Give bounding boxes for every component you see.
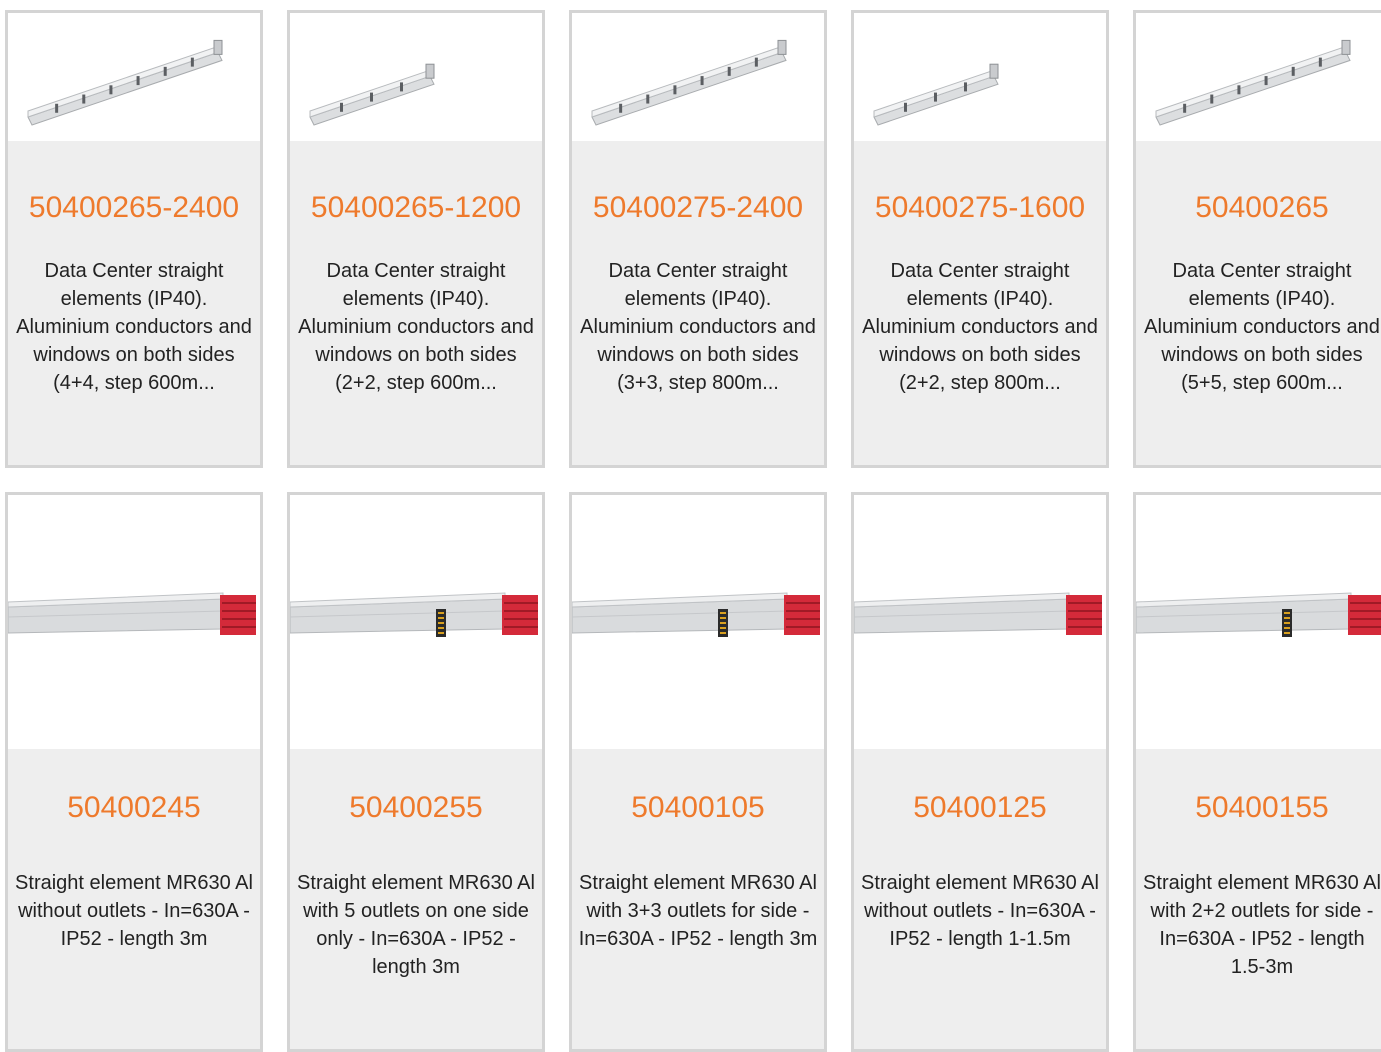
product-description: Data Center straight elements (IP40). Al… bbox=[580, 260, 816, 394]
product-card[interactable]: 50400265 Data Center straight elements (I… bbox=[1133, 10, 1381, 468]
product-image[interactable] bbox=[1136, 495, 1381, 749]
busbar-long-icon bbox=[591, 39, 787, 126]
product-code-link[interactable]: 50400125 bbox=[854, 791, 1106, 825]
product-card[interactable]: 50400265-1200 Data Center straight elemen… bbox=[287, 10, 545, 468]
trunking-outlet-icon bbox=[572, 592, 820, 637]
product-card[interactable]: 50400105 Straight element MR630 Al with 3… bbox=[569, 492, 827, 1052]
trunking-outlet-icon bbox=[1136, 592, 1381, 637]
product-image[interactable] bbox=[290, 13, 542, 141]
product-description: Straight element MR630 Al without outlet… bbox=[861, 872, 1099, 950]
product-card[interactable]: 50400245 Straight element MR630 Al withou… bbox=[5, 492, 263, 1052]
product-grid: 50400265-2400 Data Center straight elemen… bbox=[0, 0, 1381, 1052]
product-description: Data Center straight elements (IP40). Al… bbox=[862, 260, 1098, 394]
busbar-short-icon bbox=[309, 63, 435, 126]
product-code-link[interactable]: 50400155 bbox=[1136, 791, 1381, 825]
trunking-no-outlet-icon bbox=[8, 592, 256, 635]
busbar-long-icon bbox=[27, 39, 223, 126]
product-description: Data Center straight elements (IP40). Al… bbox=[1144, 260, 1380, 394]
product-code-link[interactable]: 50400245 bbox=[8, 791, 260, 825]
product-code-link[interactable]: 50400275-1600 bbox=[854, 191, 1106, 225]
product-image[interactable] bbox=[8, 13, 260, 141]
product-image[interactable] bbox=[8, 495, 260, 749]
product-card[interactable]: 50400255 Straight element MR630 Al with 5… bbox=[287, 492, 545, 1052]
product-code-link[interactable]: 50400105 bbox=[572, 791, 824, 825]
product-description: Straight element MR630 Al with 2+2 outle… bbox=[1143, 872, 1381, 978]
product-card[interactable]: 50400275-2400 Data Center straight elemen… bbox=[569, 10, 827, 468]
product-description: Straight element MR630 Al without outlet… bbox=[15, 872, 253, 950]
product-description: Data Center straight elements (IP40). Al… bbox=[16, 260, 252, 394]
product-code-link[interactable]: 50400275-2400 bbox=[572, 191, 824, 225]
product-image[interactable] bbox=[572, 13, 824, 141]
busbar-short-icon bbox=[873, 63, 999, 126]
product-card[interactable]: 50400265-2400 Data Center straight elemen… bbox=[5, 10, 263, 468]
trunking-outlet-icon bbox=[290, 592, 538, 637]
product-image[interactable] bbox=[290, 495, 542, 749]
product-card[interactable]: 50400125 Straight element MR630 Al withou… bbox=[851, 492, 1109, 1052]
busbar-long-icon bbox=[1155, 39, 1351, 126]
product-code-link[interactable]: 50400265 bbox=[1136, 191, 1381, 225]
product-card[interactable]: 50400275-1600 Data Center straight elemen… bbox=[851, 10, 1109, 468]
product-description: Data Center straight elements (IP40). Al… bbox=[298, 260, 534, 394]
trunking-no-outlet-icon bbox=[854, 592, 1102, 635]
product-code-link[interactable]: 50400255 bbox=[290, 791, 542, 825]
product-code-link[interactable]: 50400265-1200 bbox=[290, 191, 542, 225]
product-card[interactable]: 50400155 Straight element MR630 Al with 2… bbox=[1133, 492, 1381, 1052]
product-image[interactable] bbox=[1136, 13, 1381, 141]
product-description: Straight element MR630 Al with 5 outlets… bbox=[297, 872, 535, 978]
product-image[interactable] bbox=[854, 495, 1106, 749]
product-image[interactable] bbox=[854, 13, 1106, 141]
product-image[interactable] bbox=[572, 495, 824, 749]
product-description: Straight element MR630 Al with 3+3 outle… bbox=[578, 872, 818, 950]
product-code-link[interactable]: 50400265-2400 bbox=[8, 191, 260, 225]
